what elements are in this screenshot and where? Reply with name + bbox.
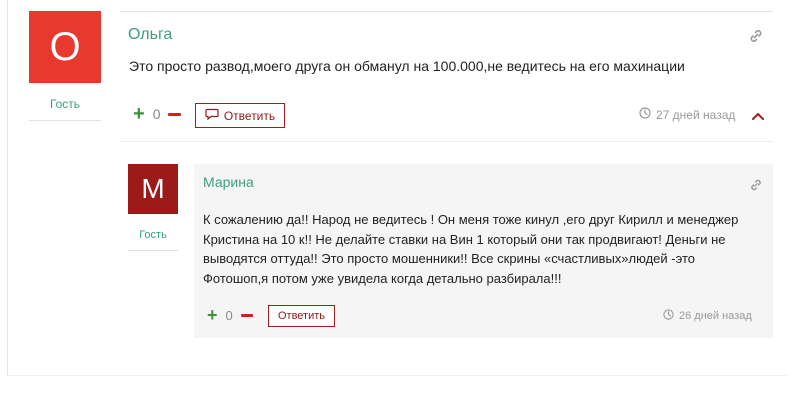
divider <box>128 250 178 251</box>
comment-author[interactable]: Марина <box>203 174 254 190</box>
avatar-letter: М <box>141 173 165 204</box>
vote-controls: + 0 <box>133 104 182 124</box>
link-icon[interactable] <box>749 178 763 197</box>
vote-controls: + 0 <box>207 306 253 324</box>
vote-up-button[interactable]: + <box>133 104 145 124</box>
clock-icon <box>639 107 651 122</box>
time-label: 27 дней назад <box>656 107 736 122</box>
comments-section: О Гость Ольга Это просто развод,моего др… <box>0 0 797 408</box>
comment-time: 26 дней назад <box>663 309 752 323</box>
reply-label: Ответить <box>277 310 326 322</box>
reply-button[interactable]: Ответить <box>268 305 335 327</box>
user-role: Гость <box>139 229 167 241</box>
comment-icon <box>205 108 219 123</box>
divider <box>29 120 101 121</box>
chevron-up-icon[interactable] <box>751 108 765 126</box>
vote-up-button[interactable]: + <box>207 306 218 324</box>
reply-label: Ответить <box>223 108 276 123</box>
user-role: Гость <box>49 97 81 111</box>
time-label: 26 дней назад <box>679 310 752 322</box>
vote-down-button[interactable] <box>240 313 253 317</box>
avatar[interactable]: О <box>29 11 101 83</box>
reply-button[interactable]: Ответить <box>195 103 285 128</box>
comment-text: К сожалению да!! Народ не ведитесь ! Он … <box>203 212 739 286</box>
divider <box>7 375 787 376</box>
vote-count: 0 <box>152 106 161 122</box>
divider <box>7 0 8 375</box>
avatar[interactable]: М <box>128 164 178 214</box>
vote-down-button[interactable] <box>168 112 182 116</box>
avatar-letter: О <box>49 24 81 69</box>
divider <box>120 141 773 142</box>
comment-time: 27 дней назад <box>639 107 735 122</box>
divider <box>120 11 773 12</box>
vote-count: 0 <box>225 307 233 323</box>
comment-text: Это просто развод,моего друга он обманул… <box>129 58 685 74</box>
clock-icon <box>663 309 674 323</box>
comment-author[interactable]: Ольга <box>128 26 172 44</box>
link-icon[interactable] <box>748 28 764 49</box>
